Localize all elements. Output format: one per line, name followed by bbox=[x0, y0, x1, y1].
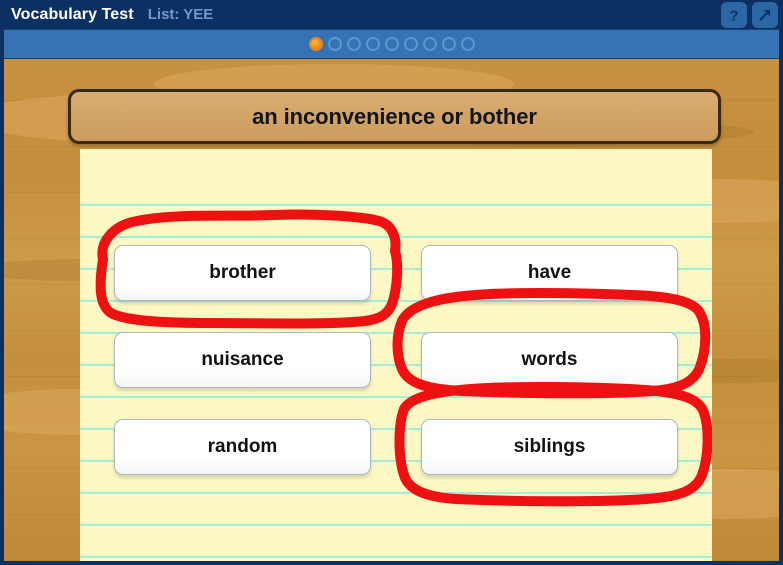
progress-dot-5[interactable] bbox=[384, 37, 399, 51]
answer-option-brother[interactable]: brother bbox=[114, 245, 371, 301]
answer-option-label: brother bbox=[209, 262, 276, 283]
titlebar-buttons: ? bbox=[721, 2, 778, 28]
progress-dot-4[interactable] bbox=[365, 37, 380, 51]
answer-option-words[interactable]: words bbox=[421, 332, 678, 388]
progress-dot-9[interactable] bbox=[460, 37, 475, 51]
progress-dot-7[interactable] bbox=[422, 37, 437, 51]
answer-option-label: siblings bbox=[513, 436, 586, 457]
answer-option-label: nuisance bbox=[201, 349, 284, 370]
progress-dot-8[interactable] bbox=[441, 37, 456, 51]
answer-option-label: random bbox=[207, 436, 278, 457]
desk-background: an inconvenience or bother brother have nu… bbox=[4, 59, 779, 561]
progress-dot-6[interactable] bbox=[403, 37, 418, 51]
diagonal-arrow-icon bbox=[759, 9, 771, 21]
answer-option-label: have bbox=[527, 262, 572, 283]
progress-dot-3[interactable] bbox=[346, 37, 361, 51]
app-title: Vocabulary Test bbox=[11, 5, 134, 23]
progress-bar bbox=[0, 29, 783, 60]
notebook-paper: brother have nuisance words random siblings bbox=[80, 149, 712, 561]
answer-option-siblings[interactable]: siblings bbox=[421, 419, 678, 475]
expand-button[interactable] bbox=[752, 2, 778, 28]
prompt-text: an inconvenience or bother bbox=[252, 103, 537, 129]
help-button[interactable]: ? bbox=[721, 2, 747, 28]
progress-dot-1[interactable] bbox=[308, 37, 323, 51]
answer-option-label: words bbox=[521, 349, 578, 370]
vocabulary-test-app: Vocabulary Test List: YEE ? an inconveni… bbox=[0, 0, 783, 565]
titlebar: Vocabulary Test List: YEE ? bbox=[0, 0, 783, 29]
progress-dots bbox=[308, 37, 475, 51]
question-mark-icon: ? bbox=[729, 8, 738, 25]
answer-grid: brother have nuisance words random siblings bbox=[80, 149, 712, 561]
answer-option-random[interactable]: random bbox=[114, 419, 371, 475]
progress-dot-2[interactable] bbox=[327, 37, 342, 51]
answer-option-nuisance[interactable]: nuisance bbox=[114, 332, 371, 388]
prompt-banner: an inconvenience or bother bbox=[68, 89, 721, 144]
list-label: List: YEE bbox=[147, 6, 214, 23]
answer-option-have[interactable]: have bbox=[421, 245, 678, 301]
svg-text:?: ? bbox=[729, 8, 738, 25]
